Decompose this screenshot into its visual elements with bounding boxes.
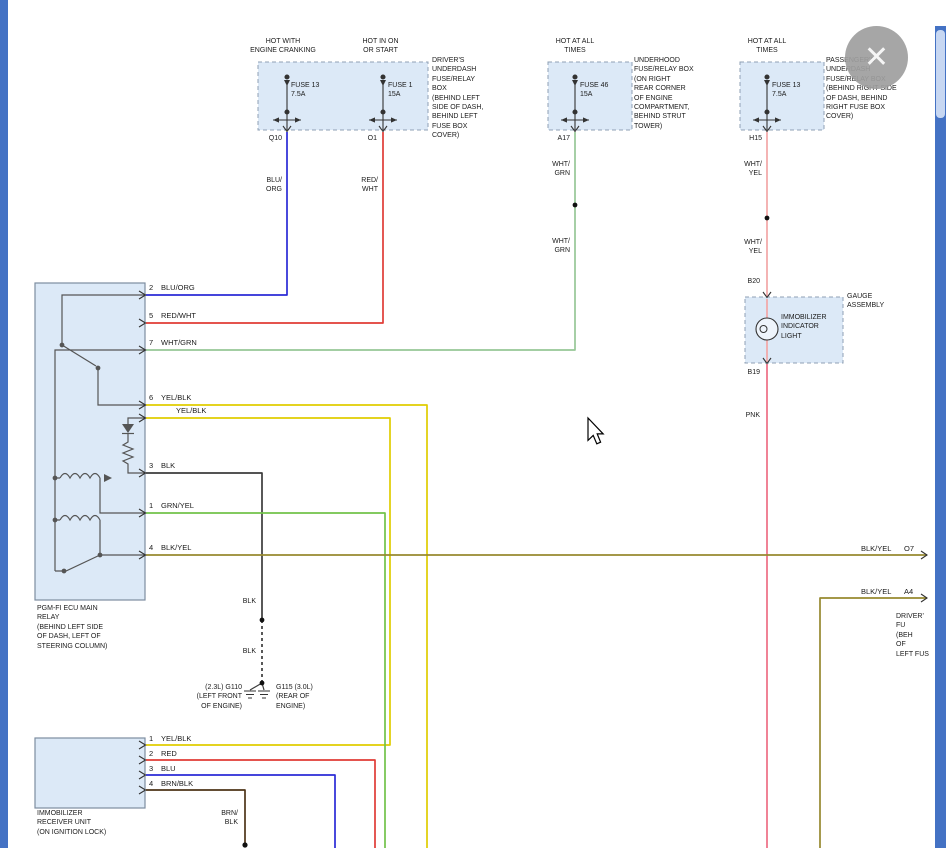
close-button[interactable]: ✕: [845, 26, 908, 89]
receiver-pin2-wire: RED: [161, 749, 177, 758]
scrollbar-top-corner: [935, 0, 946, 26]
header-hot-at-all-times-underhood: HOT AT ALL TIMES: [525, 37, 625, 56]
relay-pin6-wire-2: YEL/BLK: [176, 406, 206, 415]
wire-label-wht-grn-upper: WHT/ GRN: [530, 160, 570, 179]
header-hot-at-all-times-passenger: HOT AT ALL TIMES: [717, 37, 817, 56]
wire-label-blk-lower: BLK: [226, 647, 256, 656]
receiver-pin3-wire: BLU: [161, 764, 176, 773]
ground-g110-label: (2.3L) G110 (LEFT FRONT OF ENGINE): [184, 683, 242, 711]
indicator-bulb-icon: [756, 318, 778, 340]
relay-pin4-num: 4: [149, 543, 153, 552]
wire-grn-yel: [146, 513, 385, 848]
fuse13-driver-rating: 7.5A: [291, 90, 305, 99]
fuse46-name: FUSE 46: [580, 81, 608, 90]
underhood-fusebox-location-label: UNDERHOOD FUSE/RELAY BOX (ON RIGHT REAR …: [634, 56, 716, 131]
wire-label-blu-org: BLU/ ORG: [242, 176, 282, 195]
receiver-pin4-wire: BRN/BLK: [161, 779, 193, 788]
fuse13-passenger-rating: 7.5A: [772, 90, 786, 99]
close-icon: ✕: [864, 43, 889, 73]
relay-pin6-num: 6: [149, 393, 153, 402]
edge-a4-pin-label: A4: [904, 587, 913, 596]
wire-red-receiver: [146, 760, 375, 848]
relay-pin7-num: 7: [149, 338, 153, 347]
relay-pin5-wire: RED/WHT: [161, 311, 196, 320]
ground-g115-symbol: [258, 691, 270, 698]
relay-pin3-wire: BLK: [161, 461, 175, 470]
left-edge-strip: [0, 0, 8, 848]
vertical-scrollbar-track[interactable]: [935, 0, 946, 848]
fuse1-name: FUSE 1: [388, 81, 413, 90]
receiver-pin1-num: 1: [149, 734, 153, 743]
receiver-pin2-num: 2: [149, 749, 153, 758]
connector-q10: Q10: [250, 134, 282, 143]
wire-blu-org: [146, 132, 287, 295]
edge-connector-arrows: [921, 551, 927, 602]
connector-o1: O1: [345, 134, 377, 143]
receiver-pin4-num: 4: [149, 779, 153, 788]
edge-a4-wire-label: BLK/YEL: [861, 587, 891, 596]
relay-pin6-wire: YEL/BLK: [161, 393, 191, 402]
relay-pin7-wire: WHT/GRN: [161, 338, 197, 347]
fuse13-passenger-name: FUSE 13: [772, 81, 800, 90]
gauge-pin-b19: B19: [720, 368, 760, 377]
relay-pin1-wire: GRN/YEL: [161, 501, 194, 510]
wire-label-brn-blk: BRN/ BLK: [206, 809, 238, 828]
wire-label-wht-yel-lower: WHT/ YEL: [722, 238, 762, 257]
driver-fusebox-location-label: DRIVER'S UNDERDASH FUSE/RELAY BOX (BEHIN…: [432, 56, 504, 140]
relay-pin2-wire: BLU/ORG: [161, 283, 195, 292]
edge-o7-wire-label: BLK/YEL: [861, 544, 891, 553]
wire-label-blk-upper: BLK: [226, 597, 256, 606]
edge-o7-pin-label: O7: [904, 544, 914, 553]
connector-h15: H15: [730, 134, 762, 143]
receiver-pin3-num: 3: [149, 764, 153, 773]
wire-label-pnk: PNK: [720, 411, 760, 420]
wire-label-wht-grn-lower: WHT/ GRN: [530, 237, 570, 256]
gauge-pin-b20: B20: [720, 277, 760, 286]
immobilizer-receiver-outline: [35, 738, 145, 808]
ground-g110-symbol: [244, 691, 256, 698]
junction-dots: [242, 203, 769, 848]
wire-label-wht-yel-upper: WHT/ YEL: [722, 160, 762, 179]
header-hot-with-engine-cranking: HOT WITH ENGINE CRANKING: [233, 37, 333, 56]
clipped-right-component-label: DRIVER' FU (BEH OF LEFT FUS: [896, 612, 935, 670]
wire-label-red-wht: RED/ WHT: [338, 176, 378, 195]
gauge-assembly-label: GAUGE ASSEMBLY: [847, 292, 884, 311]
relay-pin4-wire: BLK/YEL: [161, 543, 191, 552]
fuse46-rating: 15A: [580, 90, 592, 99]
receiver-pin1-wire: YEL/BLK: [161, 734, 191, 743]
fuse13-driver-name: FUSE 13: [291, 81, 319, 90]
header-hot-in-on-or-start: HOT IN ON OR START: [333, 37, 428, 56]
relay-location-label: PGM-FI ECU MAIN RELAY (BEHIND LEFT SIDE …: [37, 604, 107, 651]
relay-pin1-num: 1: [149, 501, 153, 510]
vertical-scrollbar-thumb[interactable]: [936, 30, 945, 118]
immobilizer-indicator-light-label: IMMOBILIZER INDICATOR LIGHT: [781, 313, 827, 341]
connector-a17: A17: [538, 134, 570, 143]
ground-g115-label: G115 (3.0L) (REAR OF ENGINE): [276, 683, 313, 711]
wiring-diagram-viewer: HOT WITH ENGINE CRANKING HOT IN ON OR ST…: [0, 0, 946, 848]
relay-pin3-num: 3: [149, 461, 153, 470]
wire-yel-blk-2: [146, 418, 390, 745]
relay-pin5-num: 5: [149, 311, 153, 320]
receiver-location-label: IMMOBILIZER RECEIVER UNIT (ON IGNITION L…: [37, 809, 106, 837]
wire-wht-grn: [146, 132, 575, 350]
fuse1-rating: 15A: [388, 90, 400, 99]
mouse-cursor: [588, 418, 603, 444]
relay-pin2-num: 2: [149, 283, 153, 292]
